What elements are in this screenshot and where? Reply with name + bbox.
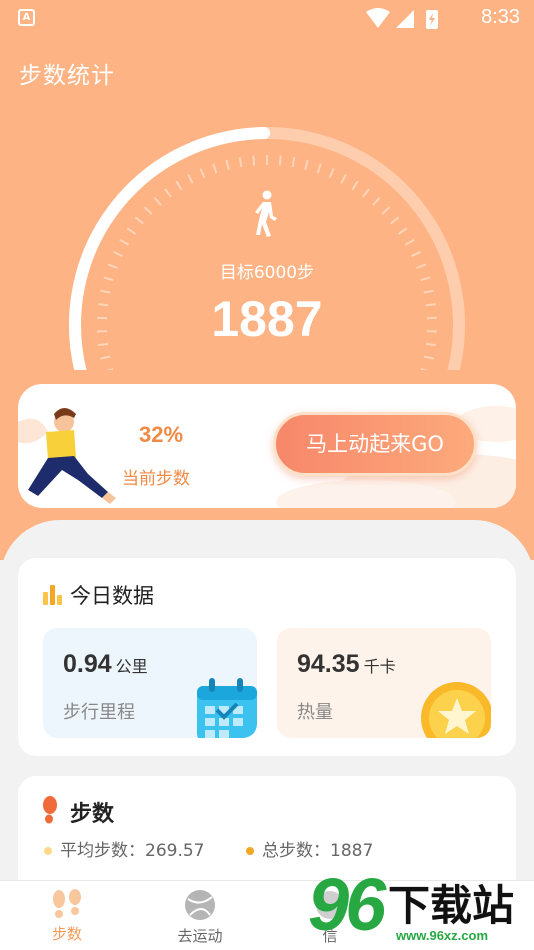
calories-unit: 千卡	[363, 657, 396, 676]
today-data-title: 今日数据	[42, 580, 154, 610]
gauge-tick	[106, 368, 114, 370]
signal-icon	[396, 10, 414, 28]
tab-steps[interactable]: 步数	[17, 889, 117, 944]
gauge-tick	[164, 188, 172, 198]
calendar-icon	[197, 678, 257, 738]
gauge-tick	[153, 196, 162, 206]
tab-steps-label: 步数	[51, 925, 82, 943]
distance-label: 步行里程	[63, 702, 135, 723]
bar-chart-icon	[43, 585, 62, 605]
watermark-number: 96	[308, 863, 386, 946]
today-data-card: 今日数据 0.94 公里 步行里程 94.35 千卡 热量	[18, 558, 516, 756]
gauge-tick	[397, 227, 408, 235]
calories-label: 热量	[297, 702, 333, 723]
gauge-tick	[225, 159, 230, 170]
gauge-tick	[212, 163, 218, 174]
gauge-tick	[362, 188, 370, 198]
progress-percent: 32%	[139, 422, 184, 447]
start-exercise-button[interactable]: 马上动起来GO	[273, 412, 477, 476]
calories-value: 94.35 千卡	[297, 650, 396, 678]
gauge-tick	[175, 180, 183, 191]
gauge-tick	[143, 206, 153, 215]
watermark-url: www.96xz.com	[396, 928, 488, 943]
status-bar: A 8:33	[0, 0, 534, 36]
tab-exercise-label: 去运动	[177, 927, 223, 945]
distance-value: 0.94 公里	[63, 650, 148, 678]
watermark-text: 下载站	[388, 881, 515, 930]
wifi-icon	[366, 8, 390, 28]
gauge-tick	[404, 238, 415, 246]
gauge-tick	[100, 355, 111, 360]
gauge-tick	[187, 173, 194, 184]
steps-card-title: 步数	[70, 802, 115, 827]
site-watermark: 96 下载站 www.96xz.com	[302, 862, 534, 950]
total-dot	[246, 847, 254, 855]
today-data-title-text: 今日数据	[70, 584, 154, 608]
gauge-tick	[278, 155, 282, 166]
gauge-tick	[291, 157, 296, 168]
gauge-tick	[423, 355, 434, 360]
gauge-tick	[381, 206, 391, 215]
gauge-tick	[328, 168, 335, 179]
gauge-tick	[119, 238, 130, 246]
gauge-tick	[113, 250, 123, 258]
footprints-icon	[53, 889, 81, 918]
coin-star-icon	[421, 682, 491, 738]
promo-card: 32% 当前步数 马上动起来GO	[18, 384, 516, 508]
gauge-tick	[390, 216, 400, 225]
average-steps: 平均步数：269.57	[44, 836, 204, 861]
status-icons	[366, 8, 438, 29]
distance-unit: 公里	[115, 657, 148, 676]
tab-exercise[interactable]: 去运动	[150, 889, 250, 946]
gauge-tick	[351, 180, 359, 191]
gauge-tick	[316, 163, 322, 174]
gauge-tick	[372, 196, 381, 206]
gauge-tick	[340, 173, 347, 184]
status-time: 8:33	[481, 6, 520, 28]
gauge-tick	[252, 155, 256, 166]
average-dot	[44, 847, 52, 855]
gauge-tick	[126, 227, 137, 235]
footprint-icon	[43, 796, 57, 824]
gauge-tick	[199, 168, 206, 179]
total-steps: 总步数：1887	[246, 836, 373, 861]
walking-icon	[255, 190, 277, 237]
current-steps-label: 当前步数	[122, 469, 190, 489]
gauge-tick	[238, 157, 243, 168]
runner-illustration	[18, 408, 116, 504]
app-notification-icon: A	[18, 9, 35, 26]
gauge-tick	[411, 250, 421, 258]
calories-stat: 94.35 千卡 热量	[277, 628, 491, 738]
ball-icon	[185, 890, 215, 920]
gauge-tick	[304, 159, 309, 170]
step-count: 1887	[211, 291, 323, 347]
distance-stat: 0.94 公里 步行里程	[43, 628, 257, 738]
gauge-tick	[134, 216, 144, 225]
gauge-tick	[420, 368, 428, 370]
goal-label: 目标6000步	[219, 263, 315, 283]
page-title: 步数统计	[19, 63, 115, 89]
